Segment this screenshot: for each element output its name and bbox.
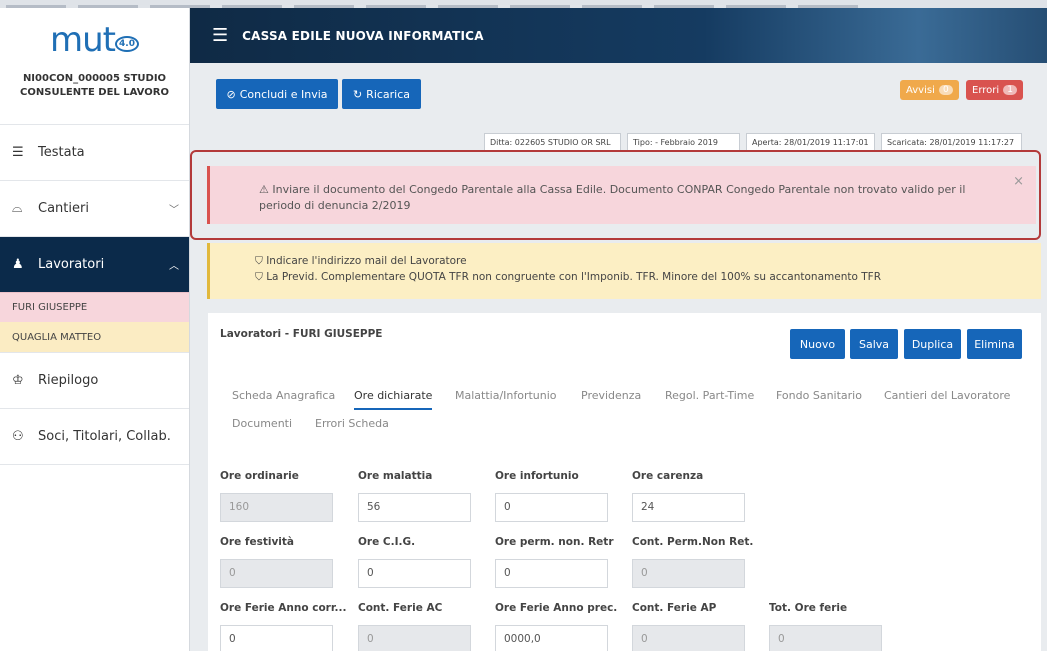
- hardhat-icon: ⌓: [12, 201, 23, 216]
- sidebar-item-label: Riepilogo: [38, 373, 99, 388]
- cont-ferie-ap-input: 0: [632, 625, 745, 651]
- ditta-info: Ditta: 022605 STUDIO OR SRL: [484, 133, 621, 151]
- close-icon[interactable]: ×: [1013, 174, 1024, 190]
- top-header: ☰ CASSA EDILE NUOVA INFORMATICA: [190, 8, 1047, 63]
- aperta-info: Aperta: 28/01/2019 11:17:01: [746, 133, 875, 151]
- error-alert-text: ⚠ Inviare il documento del Congedo Paren…: [259, 183, 966, 212]
- warning-line: ⛉ La Previd. Complementare QUOTA TFR non…: [255, 271, 881, 283]
- ore-ferie-anno-prec-label: Ore Ferie Anno prec.: [495, 602, 618, 614]
- sidebar-item-label: Testata: [38, 145, 85, 160]
- cont-ferie-ap-label: Cont. Ferie AP: [632, 602, 717, 614]
- sidebar-item-soci[interactable]: ⚇ Soci, Titolari, Collab.: [0, 408, 189, 464]
- check-circle-icon: ⊘: [226, 87, 236, 101]
- logo-version: 4.0: [115, 36, 139, 53]
- avvisi-badge-button[interactable]: Avvisi 0: [900, 80, 959, 100]
- concludi-invia-label: Concludi e Invia: [239, 87, 328, 101]
- avvisi-count: 0: [938, 85, 953, 95]
- tot-ore-ferie-input: 0: [769, 625, 882, 651]
- tab-previdenza[interactable]: Previdenza: [581, 389, 641, 402]
- sidebar-item-label: Soci, Titolari, Collab.: [38, 429, 171, 444]
- sidebar-item-testata[interactable]: ☰ Testata: [0, 124, 189, 180]
- refresh-icon: ↻: [352, 87, 363, 101]
- tab-cantieri-lavoratore[interactable]: Cantieri del Lavoratore: [884, 389, 1010, 402]
- hamburger-menu-icon[interactable]: ☰: [212, 25, 228, 46]
- main-content: ⊘ Concludi e Invia ↻ Ricarica Avvisi 0 E…: [190, 63, 1047, 651]
- cont-ferie-ac-input: 0: [358, 625, 471, 651]
- ricarica-button[interactable]: ↻ Ricarica: [342, 79, 421, 109]
- chevron-up-icon: ︿: [169, 261, 179, 272]
- chevron-down-icon: ﹀: [169, 205, 179, 216]
- ore-cig-input[interactable]: 0: [358, 559, 471, 588]
- elimina-button[interactable]: Elimina: [967, 329, 1022, 359]
- ore-malattia-input[interactable]: 56: [358, 493, 471, 522]
- sidebar: mut 4.0 NI00CON_000005 STUDIO CONSULENTE …: [0, 8, 190, 651]
- people-icon: ⚇: [12, 429, 24, 444]
- tab-ore-dichiarate[interactable]: Ore dichiarate: [354, 389, 433, 410]
- ore-infortunio-input[interactable]: 0: [495, 493, 608, 522]
- tab-scheda-anagrafica[interactable]: Scheda Anagrafica: [232, 389, 335, 402]
- sidebar-worker-furi[interactable]: FURI GIUSEPPE: [0, 292, 189, 322]
- sidebar-item-lavoratori[interactable]: ♟ Lavoratori ︿: [0, 236, 189, 292]
- tab-regol-part-time[interactable]: Regol. Part-Time: [665, 389, 754, 402]
- ore-carenza-input[interactable]: 24: [632, 493, 745, 522]
- ore-ferie-anno-corr-input[interactable]: 0: [220, 625, 333, 651]
- ore-festivita-input: 0: [220, 559, 333, 588]
- ore-malattia-label: Ore malattia: [358, 470, 433, 482]
- worker-panel: Lavoratori - FURI GIUSEPPE Nuovo Salva D…: [208, 313, 1041, 651]
- error-alert: ⚠ Inviare il documento del Congedo Paren…: [207, 166, 1036, 224]
- errori-badge-button[interactable]: Errori 1: [966, 80, 1024, 100]
- sidebar-item-cantieri[interactable]: ⌓ Cantieri ﹀: [0, 180, 189, 236]
- worker-icon: ♟: [12, 257, 24, 272]
- panel-title: Lavoratori - FURI GIUSEPPE: [220, 328, 383, 340]
- tab-documenti[interactable]: Documenti: [232, 417, 292, 430]
- errori-count: 1: [1003, 85, 1018, 95]
- ore-perm-non-retr-input[interactable]: 0: [495, 559, 608, 588]
- tot-ore-ferie-label: Tot. Ore ferie: [769, 602, 848, 614]
- ore-ferie-anno-corr-label: Ore Ferie Anno corr...: [220, 602, 347, 614]
- cont-perm-non-ret-label: Cont. Perm.Non Ret.: [632, 536, 754, 548]
- scaricata-info: Scaricata: 28/01/2019 11:17:27: [881, 133, 1022, 151]
- ore-infortunio-label: Ore infortunio: [495, 470, 579, 482]
- sidebar-worker-quaglia[interactable]: QUAGLIA MATTEO: [0, 322, 189, 352]
- sidebar-divider: [0, 464, 189, 465]
- ore-ferie-anno-prec-input[interactable]: 0000,0: [495, 625, 608, 651]
- salva-button[interactable]: Salva: [850, 329, 898, 359]
- ore-ordinarie-label: Ore ordinarie: [220, 470, 299, 482]
- app-title: CASSA EDILE NUOVA INFORMATICA: [242, 28, 484, 43]
- ore-cig-label: Ore C.I.G.: [358, 536, 416, 548]
- ricarica-label: Ricarica: [366, 87, 411, 101]
- avvisi-label: Avvisi: [906, 84, 935, 96]
- sidebar-item-label: Lavoratori: [38, 257, 105, 272]
- tab-fondo-sanitario[interactable]: Fondo Sanitario: [776, 389, 862, 402]
- browser-bookmarks-bar: [0, 0, 1047, 8]
- company-name: NI00CON_000005 STUDIO CONSULENTE DEL LAV…: [20, 73, 169, 98]
- summary-icon: ♔: [12, 373, 24, 388]
- errori-label: Errori: [972, 84, 1000, 96]
- ore-perm-non-retr-label: Ore perm. non. Retr: [495, 536, 614, 548]
- logo-text: mut: [50, 20, 116, 60]
- nuovo-button[interactable]: Nuovo: [790, 329, 845, 359]
- list-icon: ☰: [12, 145, 24, 160]
- ore-festivita-label: Ore festività: [220, 536, 294, 548]
- cont-perm-non-ret-input: 0: [632, 559, 745, 588]
- warning-line: ⛉ Indicare l'indirizzo mail del Lavorato…: [255, 255, 467, 267]
- ore-carenza-label: Ore carenza: [632, 470, 704, 482]
- sidebar-item-label: Cantieri: [38, 201, 89, 216]
- ore-ordinarie-input: 160: [220, 493, 333, 522]
- tab-malattia-infortunio[interactable]: Malattia/Infortunio: [455, 389, 557, 402]
- sidebar-item-riepilogo[interactable]: ♔ Riepilogo: [0, 352, 189, 408]
- app-logo[interactable]: mut 4.0: [0, 8, 189, 72]
- cont-ferie-ac-label: Cont. Ferie AC: [358, 602, 443, 614]
- warning-alert: ⛉ Indicare l'indirizzo mail del Lavorato…: [207, 243, 1041, 299]
- tab-errori-scheda[interactable]: Errori Scheda: [315, 417, 389, 430]
- duplica-button[interactable]: Duplica: [904, 329, 961, 359]
- concludi-invia-button[interactable]: ⊘ Concludi e Invia: [216, 79, 338, 109]
- tipo-info: Tipo: - Febbraio 2019: [627, 133, 740, 151]
